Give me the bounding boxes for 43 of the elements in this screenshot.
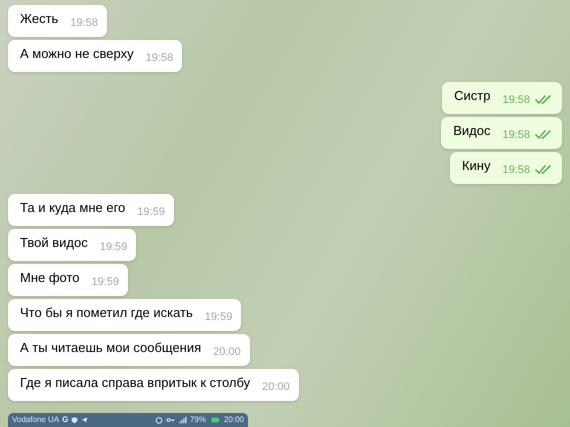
send-icon — [81, 416, 88, 424]
message-time: 19:58 — [502, 162, 530, 178]
message-time: 19:58 — [502, 128, 530, 143]
message-bubble[interactable]: А можно не сверху 19:58 — [8, 40, 182, 72]
message-bubble[interactable]: Кину 19:58 — [450, 152, 562, 184]
message-text: Видос — [453, 122, 490, 140]
message-time: 19:58 — [502, 92, 530, 108]
signal-icon — [178, 416, 187, 424]
message-time: 19:59 — [137, 204, 165, 220]
carrier-name: Vodafone UA — [12, 414, 60, 426]
message-bubble[interactable]: Та и куда мне его 19:59 — [8, 194, 174, 226]
message-bubble[interactable]: Видос 19:58 — [441, 117, 562, 149]
message-time: 20:00 — [262, 380, 290, 395]
message-text: Кину — [462, 157, 490, 176]
clock-time: 20:00 — [224, 414, 244, 426]
message-bubble[interactable]: Что бы я пометил где искать 19:59 — [8, 299, 242, 331]
message-text: Что бы я пометил где искать — [20, 304, 193, 322]
alarm-icon — [154, 416, 163, 424]
shield-icon — [71, 416, 78, 424]
network-type: G — [62, 414, 68, 426]
message-text: А ты читаешь мои сообщения — [20, 339, 202, 358]
message-time: 19:59 — [204, 310, 232, 325]
key-icon — [166, 416, 175, 424]
message-bubble[interactable]: Мне фото 19:59 — [8, 264, 128, 296]
message-text: А можно не сверху — [20, 45, 134, 64]
message-bubble[interactable]: Где я писала справа впритык к столбу 20:00 — [8, 369, 299, 401]
message-text: Жесть — [20, 10, 58, 28]
message-text: Систр — [454, 87, 490, 106]
message-time: 19:58 — [70, 16, 98, 31]
message-text: Где я писала справа впритык к столбу — [20, 374, 250, 392]
message-time: 20:00 — [213, 344, 241, 360]
battery-percent: 79% — [190, 414, 206, 426]
message-bubble[interactable]: А ты читаешь мои сообщения 20:00 — [8, 334, 250, 366]
message-bubble[interactable]: Жесть 19:58 — [8, 5, 107, 37]
message-text: Твой видос — [20, 234, 88, 252]
message-bubble[interactable]: Твой видос 19:59 — [8, 229, 136, 261]
message-text: Та и куда мне его — [20, 199, 126, 218]
message-time: 19:59 — [100, 240, 128, 255]
battery-icon — [208, 416, 221, 424]
message-time: 19:58 — [146, 50, 174, 66]
message-time: 19:59 — [92, 274, 120, 290]
message-bubble[interactable]: Систр 19:58 — [442, 82, 562, 114]
message-text: Мне фото — [20, 269, 80, 288]
